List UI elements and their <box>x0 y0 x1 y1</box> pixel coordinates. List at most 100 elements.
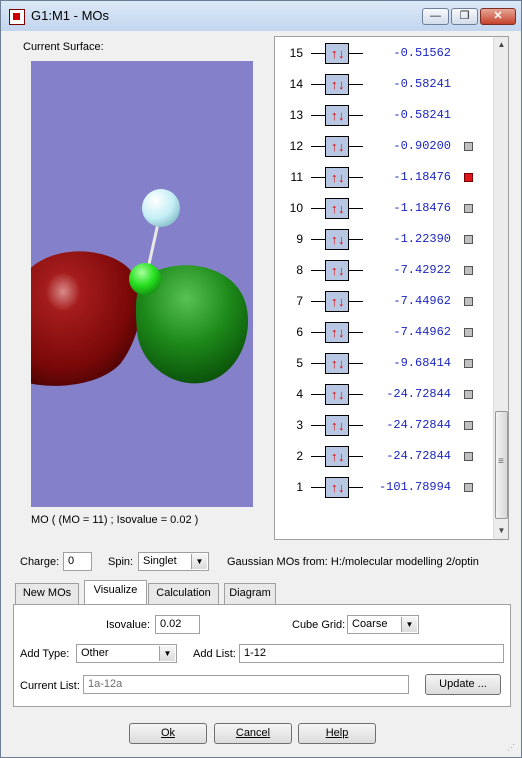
mo-surface-toggle[interactable] <box>464 142 473 151</box>
scroll-down-arrow-icon[interactable]: ▼ <box>494 523 508 539</box>
mo-occupancy-box: ↑ ↓ <box>325 322 349 343</box>
add-type-select[interactable]: Other ▼ <box>76 644 177 663</box>
mo-level-line-right <box>349 84 363 85</box>
mo-surface-toggle[interactable] <box>464 328 473 337</box>
mo-number: 3 <box>296 418 303 432</box>
charge-input[interactable]: 0 <box>63 552 92 571</box>
mo-surface-toggle[interactable] <box>464 421 473 430</box>
hydrogen-atom <box>142 189 180 227</box>
mo-row[interactable]: 10 ↑ ↓ -1.18476 <box>275 198 490 220</box>
mo-row[interactable]: 3 ↑ ↓ -24.72844 <box>275 415 490 437</box>
mo-level-line-left <box>311 146 325 147</box>
mo-level-line-right <box>349 332 363 333</box>
maximize-button[interactable]: ❐ <box>451 8 478 25</box>
mo-energy: -0.58241 <box>393 77 451 91</box>
spin-up-arrow-icon: ↑ <box>331 263 338 278</box>
mos-dialog: G1:M1 - MOs — ❐ ✕ Current Surface: MO (… <box>0 0 522 758</box>
spin-label: Spin: <box>108 556 134 568</box>
mo-level-line-right <box>349 363 363 364</box>
mo-number: 9 <box>296 232 303 246</box>
chevron-down-icon[interactable]: ▼ <box>159 646 175 661</box>
mo-surface-toggle[interactable] <box>464 483 473 492</box>
spin-down-arrow-icon: ↓ <box>338 480 345 495</box>
mo-row[interactable]: 1 ↑ ↓ -101.78994 <box>275 477 490 499</box>
mo-surface-toggle[interactable] <box>464 297 473 306</box>
mo-number: 4 <box>296 387 303 401</box>
tab-new-mos[interactable]: New MOs <box>15 583 79 604</box>
window-title: G1:M1 - MOs <box>31 8 110 23</box>
isovalue-input[interactable]: 0.02 <box>155 615 200 634</box>
spin-up-arrow-icon: ↑ <box>331 449 338 464</box>
ok-button[interactable]: Ok <box>129 723 207 744</box>
mo-list[interactable]: 15 ↑ ↓ -0.51562 14 ↑ ↓ -0.58241 13 ↑ ↓ -0.58241 12 ↑ ↓… <box>274 36 509 540</box>
close-button[interactable]: ✕ <box>480 8 516 25</box>
mo-occupancy-box: ↑ ↓ <box>325 260 349 281</box>
mo-occupancy-box: ↑ ↓ <box>325 167 349 188</box>
mo-number: 12 <box>289 139 303 153</box>
mo-energy: -1.18476 <box>393 170 451 184</box>
mo-level-line-right <box>349 239 363 240</box>
chevron-down-icon[interactable]: ▼ <box>191 554 207 569</box>
spin-down-arrow-icon: ↓ <box>338 108 345 123</box>
scroll-thumb[interactable] <box>495 411 508 519</box>
minimize-button[interactable]: — <box>422 8 449 25</box>
mo-level-line-right <box>349 394 363 395</box>
spin-down-arrow-icon: ↓ <box>338 263 345 278</box>
spin-down-arrow-icon: ↓ <box>338 356 345 371</box>
title-bar[interactable]: G1:M1 - MOs — ❐ ✕ <box>1 1 521 31</box>
tab-visualize[interactable]: Visualize <box>84 580 147 605</box>
mo-occupancy-box: ↑ ↓ <box>325 43 349 64</box>
carbon-atom <box>129 263 161 295</box>
mo-row[interactable]: 9 ↑ ↓ -1.22390 <box>275 229 490 251</box>
mo-surface-toggle[interactable] <box>464 390 473 399</box>
mo-surface-toggle[interactable] <box>464 204 473 213</box>
mo-energy: -24.72844 <box>386 387 451 401</box>
mo-surface-toggle[interactable] <box>464 235 473 244</box>
mo-level-line-right <box>349 425 363 426</box>
add-list-input[interactable]: 1-12 <box>239 644 504 663</box>
mo-level-line-right <box>349 301 363 302</box>
help-button[interactable]: Help <box>298 723 376 744</box>
mo-level-line-right <box>349 146 363 147</box>
mo-row[interactable]: 7 ↑ ↓ -7.44962 <box>275 291 490 313</box>
mo-number: 11 <box>290 170 303 184</box>
chevron-down-icon[interactable]: ▼ <box>401 617 417 632</box>
mo-row[interactable]: 5 ↑ ↓ -9.68414 <box>275 353 490 375</box>
update-button[interactable]: Update ... <box>425 674 501 695</box>
mo-energy: -7.42922 <box>393 263 451 277</box>
cube-grid-select[interactable]: Coarse ▼ <box>347 615 419 634</box>
mo-surface-toggle[interactable] <box>464 173 473 182</box>
surface-viewport[interactable] <box>31 61 253 507</box>
mo-number: 8 <box>296 263 303 277</box>
mo-row[interactable]: 13 ↑ ↓ -0.58241 <box>275 105 490 127</box>
spin-up-arrow-icon: ↑ <box>331 418 338 433</box>
mo-row[interactable]: 6 ↑ ↓ -7.44962 <box>275 322 490 344</box>
cancel-button[interactable]: Cancel <box>214 723 292 744</box>
mo-row[interactable]: 14 ↑ ↓ -0.58241 <box>275 74 490 96</box>
charge-label: Charge: <box>20 556 60 568</box>
mo-surface-toggle[interactable] <box>464 266 473 275</box>
mo-surface-toggle[interactable] <box>464 359 473 368</box>
spin-up-arrow-icon: ↑ <box>331 201 338 216</box>
mo-surface-toggle[interactable] <box>464 452 473 461</box>
mo-row[interactable]: 15 ↑ ↓ -0.51562 <box>275 43 490 65</box>
mo-row[interactable]: 11 ↑ ↓ -1.18476 <box>275 167 490 189</box>
mo-number: 7 <box>296 294 303 308</box>
molecule-render <box>31 189 249 386</box>
mo-row[interactable]: 12 ↑ ↓ -0.90200 <box>275 136 490 158</box>
mo-row[interactable]: 4 ↑ ↓ -24.72844 <box>275 384 490 406</box>
scroll-up-arrow-icon[interactable]: ▲ <box>494 37 508 53</box>
spin-up-arrow-icon: ↑ <box>331 139 338 154</box>
spin-down-arrow-icon: ↓ <box>338 46 345 61</box>
mo-number: 13 <box>289 108 303 122</box>
mo-level-line-right <box>349 115 363 116</box>
mo-source-text: Gaussian MOs from: H:/molecular modellin… <box>227 556 479 568</box>
mo-level-line-right <box>349 456 363 457</box>
mo-scrollbar[interactable]: ▲ ▼ <box>493 37 508 539</box>
tab-calculation[interactable]: Calculation <box>148 583 219 604</box>
mo-row[interactable]: 8 ↑ ↓ -7.42922 <box>275 260 490 282</box>
resize-grip-icon[interactable]: ⋰ <box>507 743 517 753</box>
spin-select[interactable]: Singlet ▼ <box>138 552 209 571</box>
mo-row[interactable]: 2 ↑ ↓ -24.72844 <box>275 446 490 468</box>
tab-diagram[interactable]: Diagram <box>224 583 276 604</box>
